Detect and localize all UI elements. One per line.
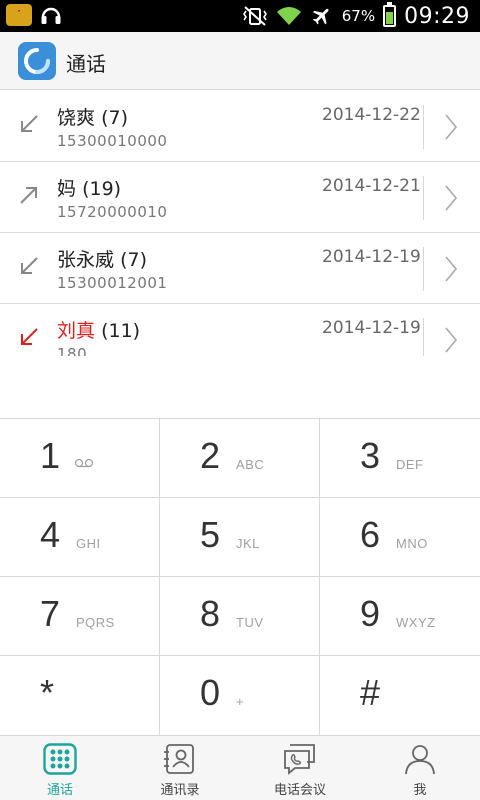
- divider: [423, 247, 424, 291]
- key-5[interactable]: 5 JKL: [160, 498, 320, 577]
- status-bar: ᐝ 67% 09:29: [0, 0, 480, 32]
- contact-name: 张永威 (7): [57, 249, 147, 271]
- contacts-icon: [164, 744, 194, 774]
- key-digit: 3: [360, 435, 381, 476]
- incoming-call-icon: [21, 257, 38, 274]
- nav-label: 通话: [46, 783, 73, 798]
- chevron-right-icon[interactable]: [438, 184, 462, 212]
- key-1[interactable]: 1: [0, 419, 160, 498]
- conference-call-icon: [284, 744, 315, 775]
- key-digit: 8: [200, 593, 221, 634]
- key-9[interactable]: 9 WXYZ: [320, 577, 480, 656]
- incoming-call-icon: [21, 115, 38, 132]
- key-digit: 0: [200, 672, 221, 713]
- call-date: 2014-12-22: [322, 105, 421, 125]
- key-8[interactable]: 8 TUV: [160, 577, 320, 656]
- divider: [423, 105, 424, 149]
- dialpad-icon: [43, 743, 77, 775]
- call-log-row[interactable]: 饶爽 (7) 15300010000 2014-12-22: [0, 91, 480, 162]
- outgoing-call-icon: [20, 187, 37, 204]
- nav-me[interactable]: 我: [360, 736, 480, 800]
- bottom-nav: 通话 通讯录 电话会议 我: [0, 735, 480, 800]
- key-letters: JKL: [236, 536, 260, 551]
- contact-name: 饶爽 (7): [57, 107, 128, 129]
- key-digit: #: [360, 672, 381, 713]
- call-date: 2014-12-19: [322, 318, 421, 338]
- key-letters: GHI: [76, 536, 101, 551]
- key-digit: 4: [40, 514, 61, 555]
- phone-number: 180: [57, 345, 88, 356]
- chevron-right-icon[interactable]: [438, 326, 462, 354]
- airplane-icon: [312, 8, 329, 25]
- call-log-row[interactable]: 刘真 (11) 180 2014-12-19: [0, 304, 480, 356]
- key-4[interactable]: 4 GHI: [0, 498, 160, 577]
- key-letters: WXYZ: [396, 615, 436, 630]
- key-letters: MNO: [396, 536, 428, 551]
- divider: [423, 318, 424, 356]
- key-letters: +: [236, 694, 245, 709]
- call-log-row[interactable]: 张永威 (7) 15300012001 2014-12-19: [0, 233, 480, 304]
- app-logo-icon: [18, 42, 56, 80]
- battery-percent: 67%: [341, 7, 376, 25]
- headset-icon: [41, 7, 61, 24]
- divider: [423, 176, 424, 220]
- voicemail-icon: [74, 458, 94, 468]
- profile-icon: [405, 745, 435, 775]
- key-digit: 1: [40, 435, 61, 476]
- clock: 09:29: [404, 3, 470, 29]
- key-letters: TUV: [236, 615, 264, 630]
- key-digit: 2: [200, 435, 221, 476]
- nav-label: 我: [413, 783, 427, 798]
- key-letters: PQRS: [76, 615, 115, 630]
- nav-label: 电话会议: [273, 783, 326, 798]
- key-digit: 6: [360, 514, 381, 555]
- call-log-list[interactable]: 饶爽 (7) 15300010000 2014-12-22 妈 (19) 157…: [0, 91, 480, 356]
- nav-conference[interactable]: 电话会议: [240, 736, 360, 800]
- notification-app-icon: ᐝ: [6, 4, 32, 26]
- key-digit: *: [40, 672, 55, 713]
- key-digit: 9: [360, 593, 381, 634]
- nav-label: 通讯录: [160, 783, 200, 798]
- dial-keypad: 1 2 ABC 3 DEF 4 GHI 5 JKL 6 MNO 7 PQRS 8…: [0, 418, 480, 735]
- missed-call-icon: [21, 328, 38, 345]
- app-header: 通话: [0, 32, 480, 90]
- phone-number: 15300012001: [57, 274, 168, 292]
- contact-name: 妈 (19): [57, 178, 122, 200]
- call-date: 2014-12-21: [322, 176, 421, 196]
- phone-number: 15300010000: [57, 132, 168, 150]
- wifi-icon: [276, 7, 301, 25]
- key-hash[interactable]: #: [320, 656, 480, 735]
- key-3[interactable]: 3 DEF: [320, 419, 480, 498]
- battery-icon: [383, 2, 397, 27]
- status-left: ᐝ: [6, 4, 62, 26]
- key-0[interactable]: 0 +: [160, 656, 320, 735]
- key-digit: 5: [200, 514, 221, 555]
- phone-number: 15720000010: [57, 203, 168, 221]
- call-log-row[interactable]: 妈 (19) 15720000010 2014-12-21: [0, 162, 480, 233]
- chevron-right-icon[interactable]: [438, 255, 462, 283]
- key-letters: DEF: [396, 457, 424, 472]
- nav-calls[interactable]: 通话: [0, 736, 120, 800]
- page-title: 通话: [66, 52, 106, 76]
- chevron-right-icon[interactable]: [438, 113, 462, 141]
- call-date: 2014-12-19: [322, 247, 421, 267]
- vibrate-icon: [242, 6, 267, 26]
- nav-contacts[interactable]: 通讯录: [120, 736, 240, 800]
- key-letters: ABC: [236, 457, 265, 472]
- key-7[interactable]: 7 PQRS: [0, 577, 160, 656]
- contact-name: 刘真 (11): [57, 320, 141, 342]
- key-2[interactable]: 2 ABC: [160, 419, 320, 498]
- key-star[interactable]: *: [0, 656, 160, 735]
- status-right: 67% 09:29: [242, 0, 470, 32]
- key-6[interactable]: 6 MNO: [320, 498, 480, 577]
- key-digit: 7: [40, 593, 61, 634]
